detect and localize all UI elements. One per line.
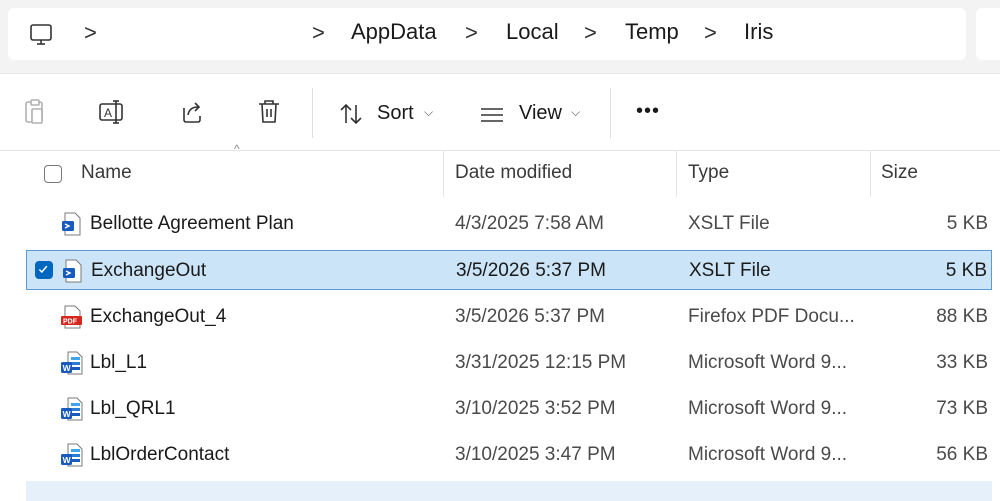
search-box[interactable] xyxy=(976,8,1000,60)
file-date-modified: 3/5/2026 5:37 PM xyxy=(455,306,605,327)
column-name[interactable]: Name xyxy=(81,162,132,184)
list-item[interactable]: ExchangeOut 3/5/2026 5:37 PM XSLT File 5 KB xyxy=(26,250,992,290)
list-item[interactable]: W Lbl_L1 3/31/2025 12:15 PM Microsoft Word … xyxy=(26,343,992,383)
list-item[interactable] xyxy=(26,481,992,501)
xslt-file-icon xyxy=(62,259,84,283)
sort-chevron-down-icon[interactable]: ⌵ xyxy=(424,105,433,120)
file-date-modified: 3/5/2026 5:37 PM xyxy=(456,260,606,281)
file-date-modified: 3/10/2025 3:47 PM xyxy=(455,444,616,465)
list-item[interactable]: PDF ExchangeOut_4 3/5/2026 5:37 PM Firefox … xyxy=(26,297,992,337)
breadcrumb-chevron-icon[interactable]: > xyxy=(465,20,478,46)
svg-text:W: W xyxy=(63,409,72,419)
list-item[interactable]: W Lbl_QRL1 3/10/2025 3:52 PM Microsoft Word… xyxy=(26,389,992,429)
column-divider[interactable] xyxy=(443,151,444,197)
file-name: ExchangeOut xyxy=(91,260,207,281)
toolbar-divider xyxy=(610,88,611,138)
file-date-modified: 4/3/2025 7:58 AM xyxy=(455,213,604,234)
checkmark-icon xyxy=(38,265,48,274)
breadcrumb-temp[interactable]: Temp xyxy=(625,19,679,45)
breadcrumb-chevron-icon[interactable]: > xyxy=(312,20,325,46)
word-file-icon: W xyxy=(61,351,83,375)
more-options-button[interactable]: ••• xyxy=(636,100,660,123)
file-size: 33 KB xyxy=(936,352,988,373)
file-name: Bellotte Agreement Plan xyxy=(90,213,294,234)
file-name: Lbl_QRL1 xyxy=(90,398,176,419)
file-size: 73 KB xyxy=(936,398,988,419)
file-size: 5 KB xyxy=(945,260,987,281)
rename-icon: A xyxy=(99,100,123,124)
column-header: Name Date modified Type Size xyxy=(0,151,1000,197)
column-date-modified[interactable]: Date modified xyxy=(455,162,572,184)
clipboard-icon xyxy=(25,99,43,124)
rename-button[interactable]: A xyxy=(97,96,129,128)
column-divider[interactable] xyxy=(870,151,871,197)
file-name: LblOrderContact xyxy=(90,444,230,465)
list-item[interactable]: W LblOrderContact 3/10/2025 3:47 PM Microso… xyxy=(26,435,992,475)
svg-text:W: W xyxy=(63,455,72,465)
file-date-modified: 3/31/2025 12:15 PM xyxy=(455,352,627,373)
file-type: Microsoft Word 9... xyxy=(688,398,848,419)
share-button[interactable] xyxy=(176,96,208,128)
toolbar-divider xyxy=(312,88,313,138)
file-size: 56 KB xyxy=(936,444,988,465)
breadcrumb-iris[interactable]: Iris xyxy=(744,19,773,45)
file-type: XSLT File xyxy=(688,213,770,234)
paste-button[interactable] xyxy=(19,96,51,128)
share-icon xyxy=(183,102,201,123)
sort-button[interactable]: Sort xyxy=(377,102,414,125)
delete-button[interactable] xyxy=(253,96,285,128)
file-date-modified: 3/10/2025 3:52 PM xyxy=(455,398,616,419)
svg-text:PDF: PDF xyxy=(63,319,78,326)
breadcrumb-appdata[interactable]: AppData xyxy=(351,19,437,45)
trash-icon xyxy=(259,100,279,123)
view-button[interactable]: View xyxy=(519,102,562,125)
file-type: Firefox PDF Docu... xyxy=(688,306,855,327)
breadcrumb-chevron-icon[interactable]: > xyxy=(84,20,97,46)
file-type: Microsoft Word 9... xyxy=(688,444,848,465)
view-chevron-down-icon[interactable]: ⌵ xyxy=(571,105,580,120)
svg-text:A: A xyxy=(104,106,112,120)
column-type[interactable]: Type xyxy=(688,162,729,184)
breadcrumb-chevron-icon[interactable]: > xyxy=(584,20,597,46)
view-lines-icon[interactable] xyxy=(479,105,505,125)
address-bar[interactable] xyxy=(8,8,966,60)
word-file-icon: W xyxy=(61,443,83,467)
select-all-checkbox[interactable] xyxy=(44,165,62,183)
list-item[interactable]: Bellotte Agreement Plan 4/3/2025 7:58 AM X… xyxy=(26,204,992,244)
command-bar: A Sort ⌵ View ⌵ ••• xyxy=(0,73,1000,151)
file-name: ExchangeOut_4 xyxy=(90,306,227,327)
column-divider[interactable] xyxy=(676,151,677,197)
file-type: Microsoft Word 9... xyxy=(688,352,848,373)
address-bar-area: > > AppData > Local > Temp > Iris xyxy=(0,0,1000,73)
file-size: 5 KB xyxy=(946,213,988,234)
breadcrumb-chevron-icon[interactable]: > xyxy=(704,20,717,46)
this-pc-icon[interactable] xyxy=(28,22,54,48)
file-type: XSLT File xyxy=(689,260,771,281)
pdf-file-icon: PDF xyxy=(61,305,83,329)
breadcrumb-local[interactable]: Local xyxy=(506,19,559,45)
row-checkbox[interactable] xyxy=(35,261,53,279)
sort-arrows-icon[interactable] xyxy=(338,101,364,127)
xslt-file-icon xyxy=(61,212,83,236)
file-size: 88 KB xyxy=(936,306,988,327)
file-name: Lbl_L1 xyxy=(90,352,148,373)
svg-text:W: W xyxy=(63,363,72,373)
word-file-icon: W xyxy=(61,397,83,421)
column-size[interactable]: Size xyxy=(881,162,918,184)
